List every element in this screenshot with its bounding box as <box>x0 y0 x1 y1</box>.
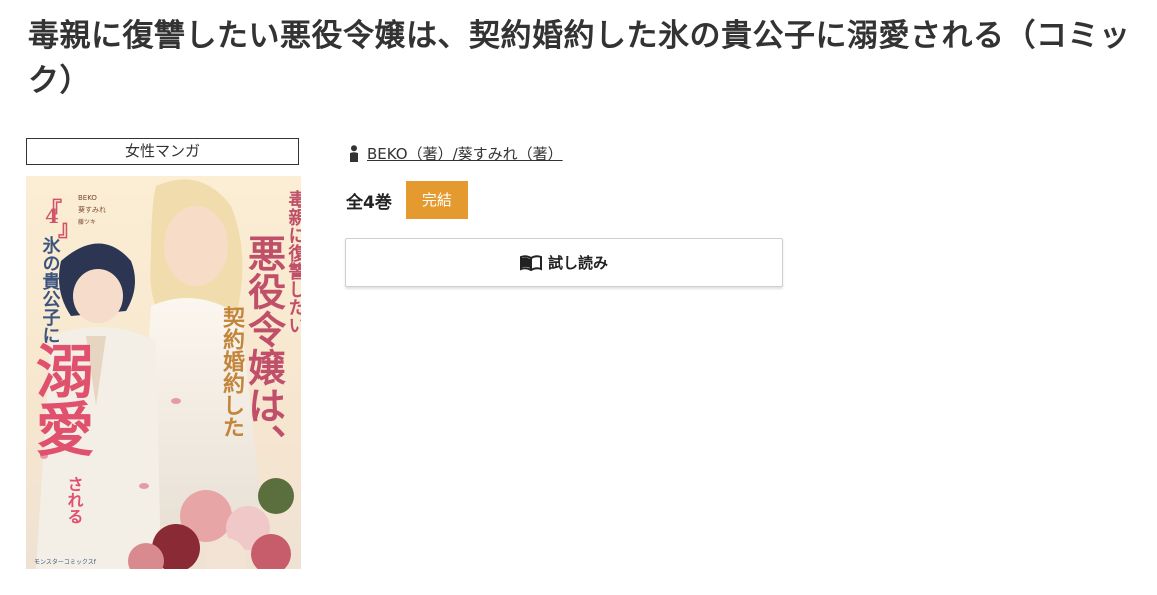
open-book-icon <box>519 254 542 271</box>
svg-text:藤ツキ: 藤ツキ <box>78 218 96 226</box>
page-title: 毒親に復讐したい悪役令嬢は、契約婚約した氷の貴公子に溺愛される（コミック） <box>28 18 1131 99</box>
svg-text:される: される <box>65 476 84 524</box>
svg-text:契約婚約した: 契約婚約した <box>219 306 246 438</box>
volume-count: 全4巻 <box>346 192 392 213</box>
book-cover-image[interactable]: 『 4 』 BEKO 葵すみれ 藤ツキ 毒親に復讐したい 悪役令嬢は、 契約婚約… <box>26 176 301 569</box>
person-icon <box>349 144 359 162</box>
author-link[interactable]: BEKO（著）/葵すみれ（著） <box>367 143 563 164</box>
trial-read-button[interactable]: 試し読み <box>345 238 783 287</box>
trial-read-label: 試し読み <box>547 254 608 272</box>
cover-volume-number: 4 <box>45 204 59 228</box>
svg-text:BEKO: BEKO <box>78 194 97 202</box>
author-row: BEKO（著）/葵すみれ（著） <box>349 141 563 165</box>
svg-text:葵すみれ: 葵すみれ <box>78 205 106 214</box>
volume-info: 全4巻 完結 <box>346 181 468 219</box>
svg-text:溺愛: 溺愛 <box>26 341 94 457</box>
svg-text:毒親に復讐したい: 毒親に復讐したい <box>286 189 302 334</box>
svg-text:悪役令嬢は、: 悪役令嬢は、 <box>242 234 287 462</box>
svg-text:氷の貴公子に: 氷の貴公子に <box>40 235 61 344</box>
svg-text:』: 』 <box>58 216 80 242</box>
status-badge: 完結 <box>405 181 468 219</box>
svg-text:モンスターコミックスf: モンスターコミックスf <box>34 558 97 566</box>
genre-label[interactable]: 女性マンガ <box>26 138 299 165</box>
